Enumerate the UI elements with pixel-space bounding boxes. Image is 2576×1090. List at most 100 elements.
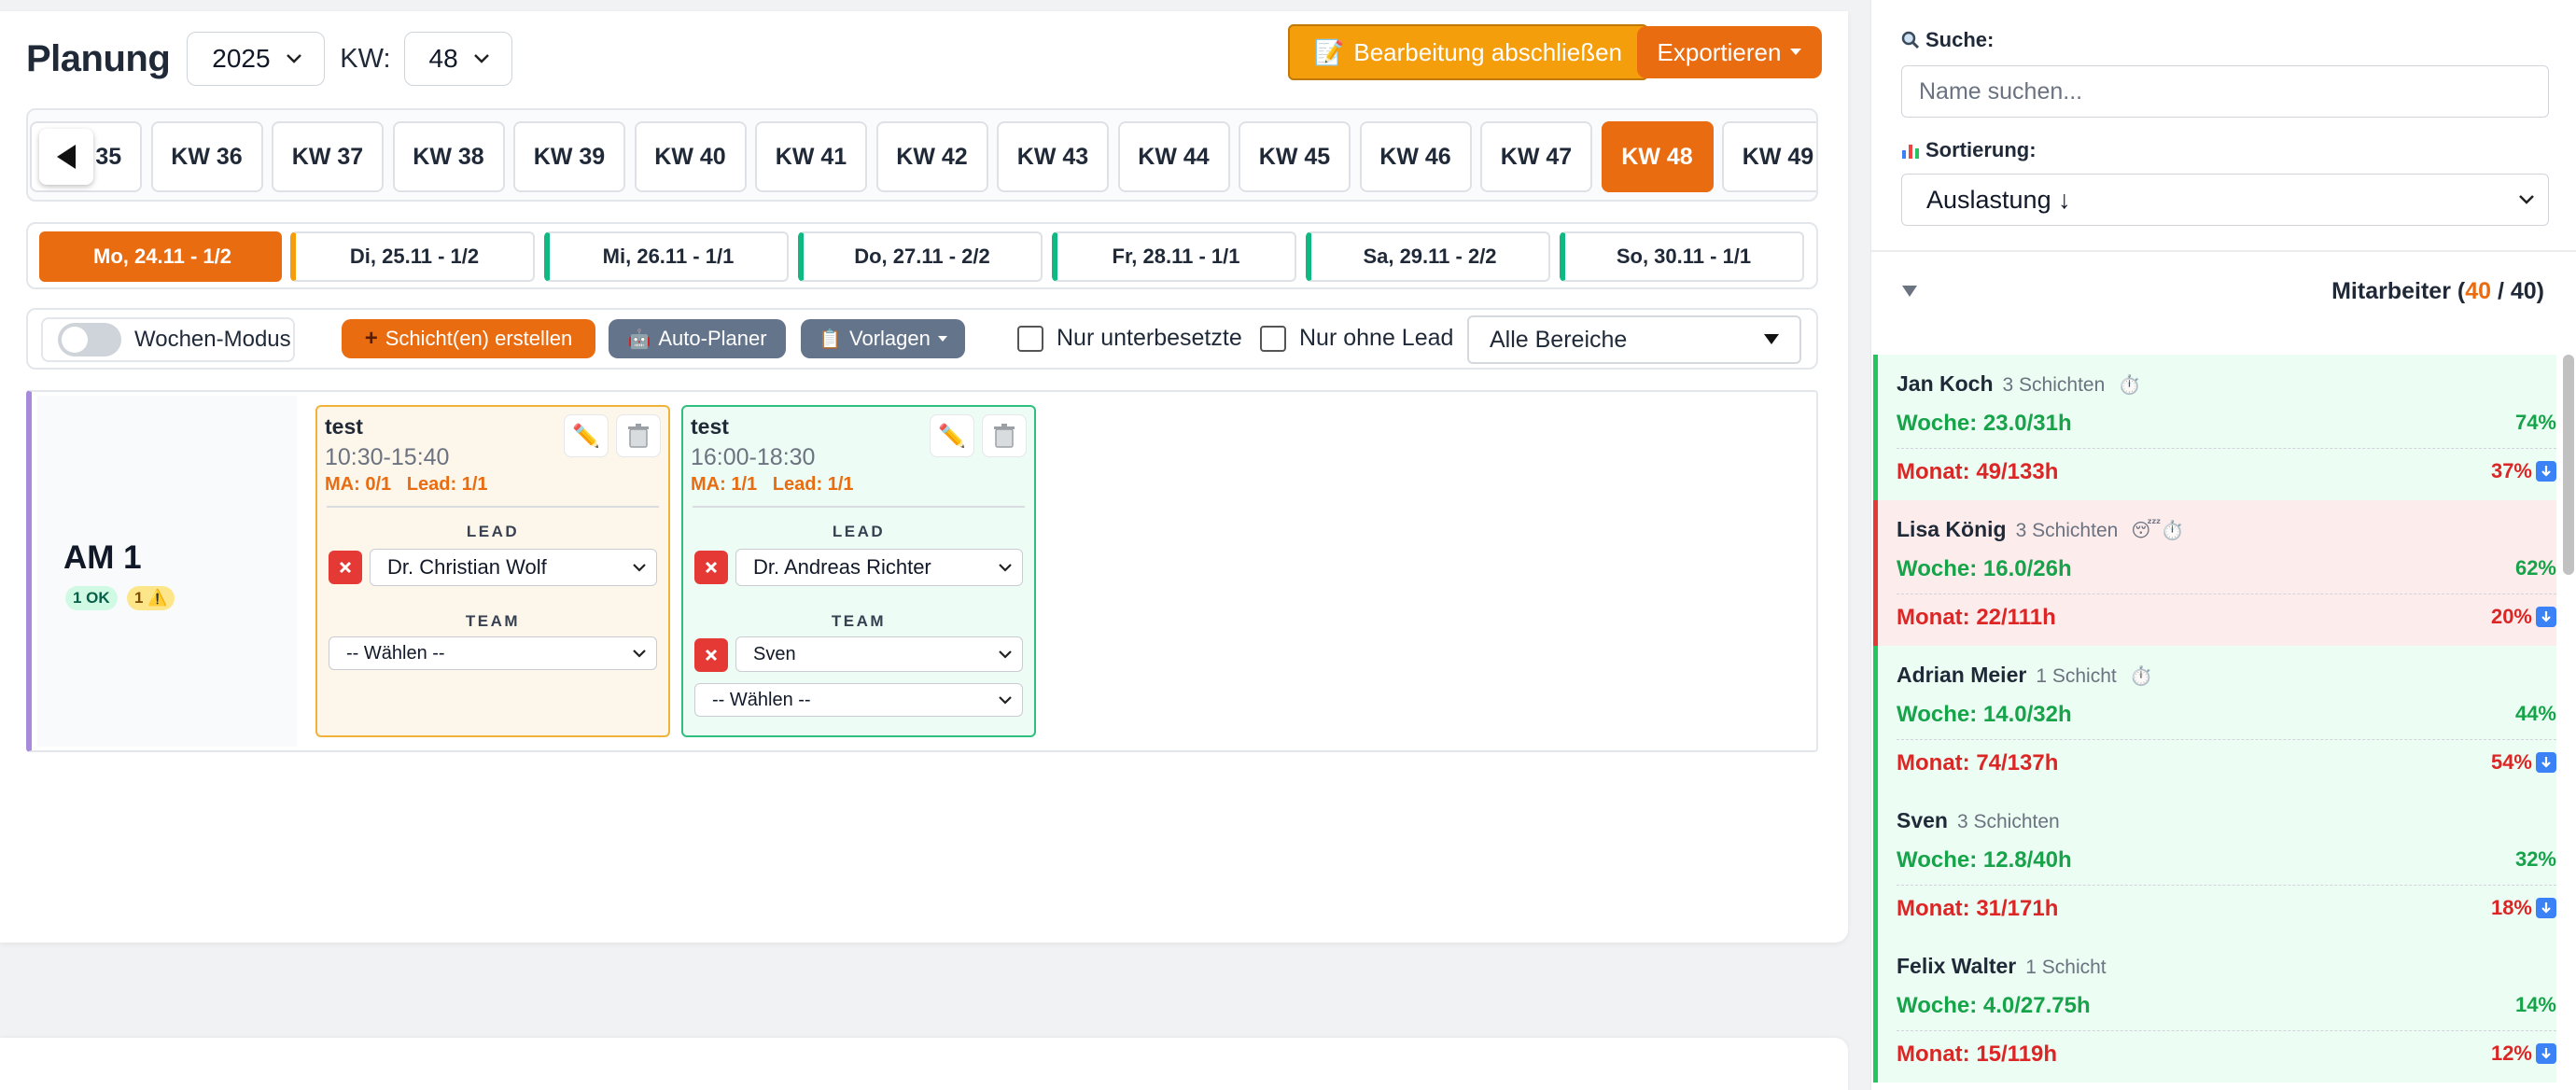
week-chip-kw-44[interactable]: KW 44 [1117,121,1230,192]
collapse-triangle-icon[interactable] [1901,285,1918,298]
day-chip[interactable]: Sa, 29.11 - 2/2 [1306,231,1550,282]
week-chip-kw-39[interactable]: KW 39 [513,121,625,192]
export-button[interactable]: Exportieren [1637,26,1822,78]
chevron-down-icon [286,53,302,64]
week-chip-kw-46[interactable]: KW 46 [1359,121,1472,192]
remove-lead-button[interactable] [329,551,362,584]
employee-status-icons: ⏱️ [2118,375,2142,396]
year-select[interactable]: 2025 [187,32,326,86]
chevron-down-icon [473,53,490,64]
week-chip-kw-47[interactable]: KW 47 [1480,121,1592,192]
remove-lead-button[interactable] [694,551,728,584]
shift-name: test [691,414,729,439]
area-select[interactable]: Alle Bereiche [1467,315,1801,364]
week-chip-kw-41[interactable]: KW 41 [755,121,867,192]
divider [1897,885,2556,886]
templates-button[interactable]: 📋 Vorlagen [801,319,965,358]
week-chip-kw-43[interactable]: KW 43 [997,121,1109,192]
employee-card[interactable]: Felix Walter 1 Schicht Woche: 4.0/27.75h 14… [1873,937,2556,1083]
divider [1897,448,2556,449]
planning-card: Planung 2025 KW: 48 📝 Bearbeitung abschl… [0,11,1848,943]
day-chip[interactable]: Mi, 26.11 - 1/1 [544,231,789,282]
day-strip: Mo, 24.11 - 1/2 Di, 25.11 - 1/2 Mi, 26.11 … [26,222,1818,289]
memo-icon: 📝 [1313,37,1345,66]
employees-count: Mitarbeiter (40 / 40) [2331,278,2544,305]
delete-button[interactable] [982,414,1027,457]
auto-planner-button[interactable]: 🤖 Auto-Planer [609,319,786,358]
create-shift-button[interactable]: + Schicht(en) erstellen [342,319,595,358]
employee-month-percent: 20% [2490,605,2532,628]
week-prev-button[interactable] [39,129,93,185]
pencil-icon: ✏️ [572,423,600,449]
only-no-lead-filter[interactable]: Nur ohne Lead [1260,325,1453,352]
chevron-down-icon [998,695,1013,705]
arrow-down-icon [2536,898,2556,918]
lead-select[interactable]: Dr. Christian Wolf [370,549,657,586]
sort-select[interactable]: Auslastung ↓ [1901,174,2549,226]
day-chip[interactable]: Do, 27.11 - 2/2 [798,231,1043,282]
only-understaffed-label: Nur unterbesetzte [1057,325,1242,351]
week-chip-kw-48[interactable]: KW 48 [1601,121,1714,192]
employee-card[interactable]: Lisa König 3 Schichten 😴⏱️ Woche: 16.0/26h 6… [1873,500,2556,646]
shift-card: test 16:00-18:30 MA: 1/1 Lead: 1/1 ✏️ LE… [681,405,1036,737]
employee-month-percent-wrap: 12% [2491,1041,2556,1066]
employee-shift-count: 3 Schichten [2002,374,2106,396]
week-chip-kw-40[interactable]: KW 40 [634,121,747,192]
employee-card[interactable]: Jan Koch 3 Schichten ⏱️ Woche: 23.0/31h 74% M… [1873,355,2556,500]
edit-button[interactable]: ✏️ [930,414,974,457]
employee-week-hours: Woche: 12.8/40h [1897,847,2072,873]
employee-name: Adrian Meier [1897,663,2027,687]
employee-month-percent: 37% [2490,459,2532,482]
employees-shown: 40 [2465,277,2492,304]
shift-row: AM 1 1 OK 1 ⚠️ test 10:30-15:40 MA: 0/1 … [26,390,1818,752]
employee-week-hours: Woche: 23.0/31h [1897,411,2072,436]
chevron-down-icon [632,649,647,658]
employee-shift-count: 3 Schichten [1956,811,2060,832]
checkbox[interactable] [1017,325,1043,352]
week-chip-kw-36[interactable]: KW 36 [150,121,263,192]
team-select[interactable]: -- Wählen -- [329,636,657,670]
employee-card[interactable]: Adrian Meier 1 Schicht ⏱️ Woche: 14.0/32h 44… [1873,646,2556,791]
week-chip-kw-45[interactable]: KW 45 [1239,121,1351,192]
employee-month-percent-wrap: 37% [2491,459,2556,483]
pencil-icon: ✏️ [938,423,966,449]
divider [327,506,659,508]
chevron-down-icon [632,563,647,572]
employee-name: Jan Koch [1897,371,1994,396]
employee-header: Sven 3 Schichten [1897,808,2073,833]
week-chip-kw-42[interactable]: KW 42 [875,121,988,192]
employee-shift-count: 3 Schichten [2015,520,2119,541]
shift-card: test 10:30-15:40 MA: 0/1 Lead: 1/1 ✏️ LE… [315,405,670,737]
sort-label-text: Sortierung: [1925,138,2037,161]
day-chip[interactable]: So, 30.11 - 1/1 [1560,231,1804,282]
employee-month-hours: Monat: 31/171h [1897,896,2059,921]
week-chip-kw-37[interactable]: KW 37 [272,121,384,192]
employee-card[interactable]: Sven 3 Schichten Woche: 12.8/40h 32% Monat: … [1873,791,2556,937]
team-member-select[interactable]: Sven [735,636,1023,672]
templates-label: Vorlagen [849,327,931,350]
kw-select[interactable]: 48 [403,32,512,86]
employee-month-hours: Monat: 74/137h [1897,750,2059,776]
delete-button[interactable] [616,414,661,457]
lead-section-label: LEAD [832,523,886,540]
day-chip[interactable]: Fr, 28.11 - 1/1 [1052,231,1296,282]
week-chip-kw-38[interactable]: KW 38 [392,121,505,192]
employee-month-percent: 54% [2490,750,2532,774]
employees-header[interactable]: Mitarbeiter (40 / 40) [1901,272,2544,310]
finish-editing-button[interactable]: 📝 Bearbeitung abschließen [1288,24,1648,80]
only-understaffed-filter[interactable]: Nur unterbesetzte [1017,325,1242,352]
checkbox[interactable] [1260,325,1286,352]
secondary-card [0,1038,1848,1090]
day-chip[interactable]: Mo, 24.11 - 1/2 [39,231,282,282]
week-mode-toggle[interactable]: Wochen-Modus [41,317,295,362]
search-input[interactable]: Name suchen... [1901,65,2549,118]
day-chip[interactable]: Di, 25.11 - 1/2 [290,231,535,282]
edit-button[interactable]: ✏️ [564,414,609,457]
remove-team-member-button[interactable] [694,638,728,672]
trash-icon [993,424,1015,448]
sidebar-scrollbar[interactable] [2563,355,2574,575]
team-select[interactable]: -- Wählen -- [694,683,1023,717]
lead-select[interactable]: Dr. Andreas Richter [735,549,1023,586]
toggle-switch[interactable] [58,323,121,356]
week-chip-kw-49[interactable]: KW 49 [1722,121,1816,192]
